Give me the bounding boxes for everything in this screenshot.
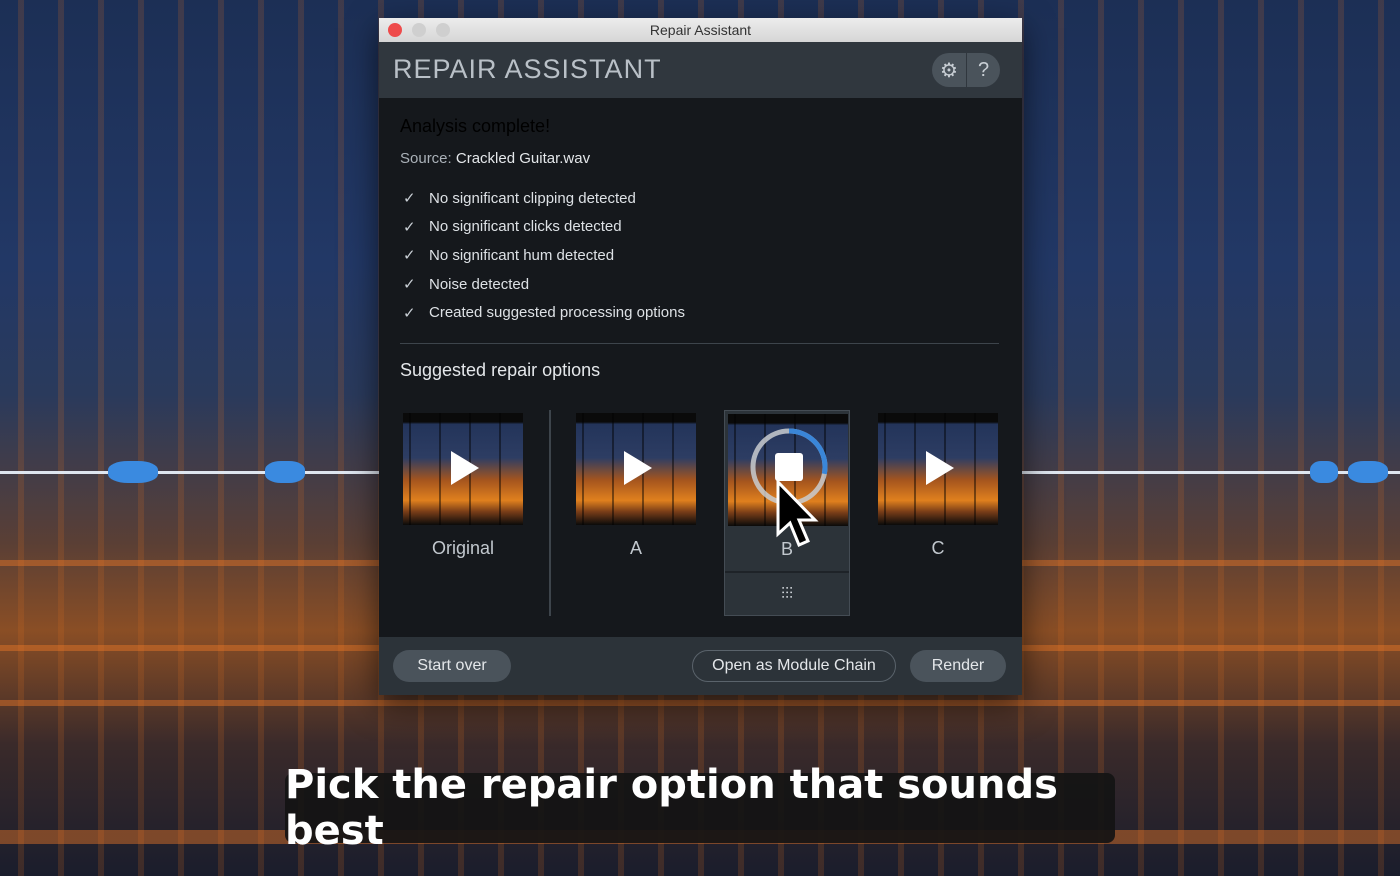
option-b[interactable]: B ⫶⫶⫶ <box>724 410 850 616</box>
close-button[interactable] <box>388 23 402 37</box>
start-over-button[interactable]: Start over <box>393 650 511 682</box>
check-list: ✓ No significant clipping detected ✓ No si… <box>403 184 685 327</box>
render-button[interactable]: Render <box>910 650 1006 682</box>
header: REPAIR ASSISTANT ⚙ ? <box>379 42 1022 98</box>
spectrogram-thumbnail <box>403 413 523 525</box>
adjust-settings-button[interactable]: ⫶⫶⫶ <box>725 571 849 616</box>
footer: Start over Open as Module Chain Render <box>379 637 1022 695</box>
play-icon[interactable] <box>926 451 954 485</box>
play-icon[interactable] <box>624 451 652 485</box>
spectrogram-band <box>0 700 1400 706</box>
page-title: REPAIR ASSISTANT <box>393 54 662 84</box>
list-item: ✓ Noise detected <box>403 275 530 294</box>
option-original[interactable]: Original <box>400 410 526 616</box>
waveform-peak <box>1348 461 1388 483</box>
check-icon: ✓ <box>403 190 416 208</box>
spectrogram-thumbnail <box>878 413 998 525</box>
waveform-peak <box>108 461 158 483</box>
list-item: ✓ No significant hum detected <box>403 246 615 265</box>
option-a[interactable]: A <box>573 410 699 616</box>
sliders-icon: ⫶⫶⫶ <box>780 585 793 603</box>
gear-icon: ⚙ <box>940 59 958 82</box>
help-button[interactable]: ? <box>966 53 1000 87</box>
spectrogram-thumbnail <box>576 413 696 525</box>
check-icon: ✓ <box>403 218 416 236</box>
divider <box>549 410 551 616</box>
waveform <box>0 471 379 474</box>
caption: Pick the repair option that sounds best <box>285 762 1115 854</box>
check-icon: ✓ <box>403 247 416 265</box>
check-icon: ✓ <box>403 304 416 322</box>
settings-button[interactable]: ⚙ <box>932 53 966 87</box>
analysis-heading: Analysis complete! <box>400 116 551 136</box>
option-c[interactable]: C <box>875 410 1001 616</box>
open-module-chain-button[interactable]: Open as Module Chain <box>692 650 896 682</box>
source-file: Crackled Guitar.wav <box>455 150 591 167</box>
list-item: ✓ No significant clipping detected <box>403 189 636 208</box>
repair-assistant-window: Repair Assistant REPAIR ASSISTANT ⚙ ? An… <box>379 18 1022 695</box>
waveform <box>1022 471 1400 474</box>
list-item: ✓ No significant clicks detected <box>403 218 622 236</box>
play-icon[interactable] <box>451 451 479 485</box>
list-item: ✓ Created suggested processing options <box>403 304 685 322</box>
divider <box>400 343 999 344</box>
minimize-button[interactable] <box>412 23 426 37</box>
title-bar: Repair Assistant <box>379 18 1022 42</box>
waveform-peak <box>1310 461 1338 483</box>
check-icon: ✓ <box>403 276 416 294</box>
stop-icon[interactable] <box>775 453 803 481</box>
cursor-icon <box>776 479 819 547</box>
suggested-heading: Suggested repair options <box>400 360 601 380</box>
window-title: Repair Assistant <box>649 22 752 38</box>
zoom-button[interactable] <box>436 23 450 37</box>
source-line: Source: Crackled Guitar.wav <box>400 150 591 167</box>
waveform-peak <box>265 461 305 483</box>
